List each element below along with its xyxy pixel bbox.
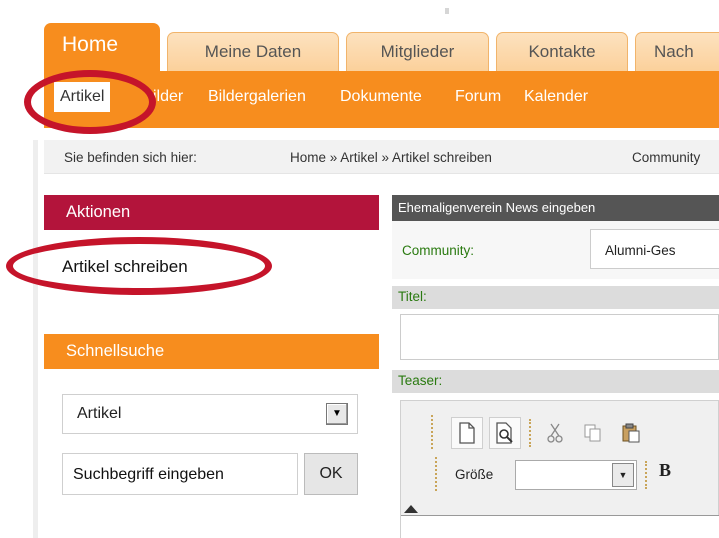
titel-input[interactable] <box>400 314 719 360</box>
font-size-select[interactable]: ▼ <box>515 460 637 490</box>
aktionen-header: Aktionen <box>44 195 379 230</box>
schnellsuche-header: Schnellsuche <box>44 334 379 369</box>
search-type-value: Artikel <box>77 405 122 422</box>
tab-nachrichten[interactable]: Nach <box>635 32 719 72</box>
tab-home[interactable]: Home <box>44 23 160 72</box>
tab-mitglieder[interactable]: Mitglieder <box>346 32 489 72</box>
breadcrumb-community[interactable]: Community <box>632 150 700 165</box>
subnav-item-kalender[interactable]: Kalender <box>524 88 588 106</box>
teaser-label: Teaser: <box>392 370 719 393</box>
breadcrumb-path[interactable]: Home » Artikel » Artikel schreiben <box>290 150 492 165</box>
copy-icon[interactable] <box>577 417 609 449</box>
tab-kontakte[interactable]: Kontakte <box>496 32 628 72</box>
subnav-item-dokumente[interactable]: Dokumente <box>340 88 422 106</box>
search-ok-button[interactable]: OK <box>304 453 358 495</box>
divider <box>445 8 449 14</box>
paste-icon[interactable] <box>615 417 647 449</box>
font-size-label: Größe <box>455 467 494 482</box>
cut-icon[interactable] <box>539 417 571 449</box>
subnav-item-forum[interactable]: Forum <box>455 88 501 106</box>
toolbar-grip[interactable] <box>431 415 435 449</box>
subnav-item-artikel[interactable]: Artikel <box>54 82 111 112</box>
community-select[interactable]: Alumni-Ges <box>590 229 719 269</box>
search-input[interactable]: Suchbegriff eingeben <box>62 453 298 495</box>
chevron-down-icon[interactable]: ▼ <box>612 463 634 487</box>
artikel-schreiben-link[interactable]: Artikel schreiben <box>62 257 188 277</box>
preview-icon[interactable] <box>489 417 521 449</box>
subnav-item-bildergalerien[interactable]: Bildergalerien <box>208 88 306 106</box>
subnav-item-bilder[interactable]: ilder <box>153 88 183 106</box>
search-type-select[interactable]: Artikel ▼ <box>62 394 358 434</box>
editor-text-area[interactable] <box>401 515 719 538</box>
left-column-shadow <box>33 140 38 538</box>
breadcrumb-prefix: Sie befinden sich hier: <box>64 150 197 165</box>
dropdown-arrow-icon[interactable]: ▼ <box>326 403 348 425</box>
breadcrumb: Sie befinden sich hier: Home » Artikel »… <box>44 140 719 174</box>
toolbar-separator <box>645 461 647 489</box>
new-document-icon[interactable] <box>451 417 483 449</box>
toolbar-grip[interactable] <box>435 457 439 491</box>
main-tabs: Home Meine Daten Mitglieder Kontakte Nac… <box>44 23 719 72</box>
form-header: Ehemaligenverein News eingeben <box>392 195 719 221</box>
collapse-arrow-icon[interactable] <box>404 505 418 513</box>
titel-label: Titel: <box>392 286 719 309</box>
community-label: Community: <box>402 243 475 258</box>
community-row: Community: Alumni-Ges <box>392 221 719 279</box>
sub-navigation: Artikel ilder Bildergalerien Dokumente F… <box>44 71 719 128</box>
teaser-editor: Größe ▼ B <box>400 400 719 538</box>
toolbar-separator <box>529 419 531 447</box>
tab-meine-daten[interactable]: Meine Daten <box>167 32 339 72</box>
bold-button[interactable]: B <box>659 460 671 481</box>
